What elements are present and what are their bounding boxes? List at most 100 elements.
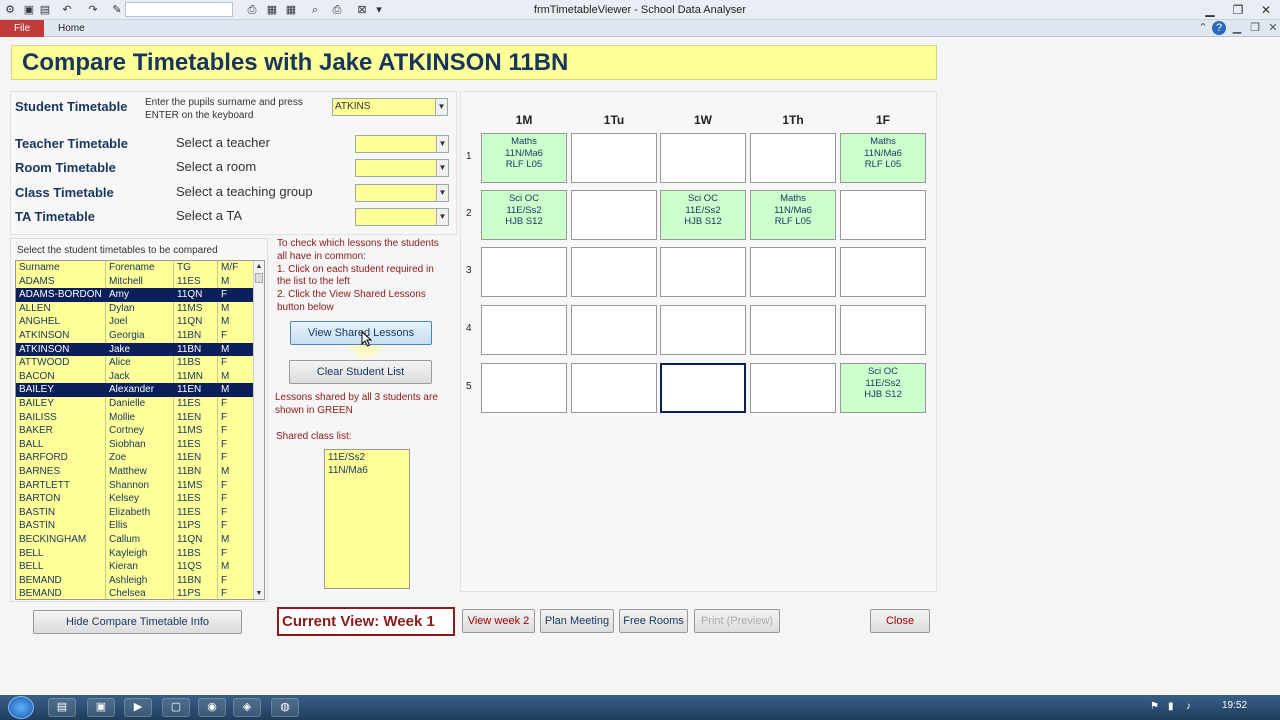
table-row[interactable]: ADAMS-BORDON Amy 11QN F: [16, 288, 255, 302]
ta-combo[interactable]: ▼: [355, 208, 449, 226]
lesson-cell[interactable]: [571, 305, 657, 355]
table-row[interactable]: BAILISS Mollie 11EN F: [16, 411, 255, 425]
lesson-cell[interactable]: [571, 190, 657, 240]
lesson-cell[interactable]: [481, 363, 567, 413]
lesson-cell-shared[interactable]: Sci OC 11E/Ss2 HJB S12: [481, 190, 567, 240]
lesson-cell[interactable]: [571, 363, 657, 413]
explorer-icon[interactable]: ▤: [48, 698, 76, 717]
class-combo[interactable]: ▼: [355, 184, 449, 202]
chevron-down-icon[interactable]: ▼: [436, 160, 448, 176]
lesson-cell-shared[interactable]: Maths 11N/Ma6 RLF L05: [840, 133, 926, 183]
table-row[interactable]: ANGHEL Joel 11QN M: [16, 315, 255, 329]
col-header-tg[interactable]: TG: [177, 261, 191, 275]
lesson-cell[interactable]: [660, 363, 746, 413]
table-row[interactable]: BELL Kieran 11QS M: [16, 560, 255, 574]
table-row[interactable]: BAILEY Alexander 11EN M: [16, 383, 255, 397]
table-row[interactable]: BASTIN Elizabeth 11ES F: [16, 506, 255, 520]
help-icon[interactable]: ?: [1212, 21, 1226, 35]
list-scrollbar[interactable]: ▲ ▼: [253, 261, 264, 599]
tray-icon[interactable]: ⚑: [1150, 701, 1159, 712]
lesson-cell[interactable]: [660, 133, 746, 183]
chevron-down-icon[interactable]: ▼: [436, 185, 448, 201]
table-row[interactable]: BALL Siobhan 11ES F: [16, 438, 255, 452]
table-row[interactable]: BEMAND Ashleigh 11BN F: [16, 574, 255, 588]
scroll-thumb[interactable]: [255, 273, 263, 283]
lesson-cell[interactable]: [571, 247, 657, 297]
col-header-surname[interactable]: Surname: [19, 261, 60, 275]
table-row[interactable]: BARNES Matthew 11BN M: [16, 465, 255, 479]
browser-icon[interactable]: ◉: [198, 698, 226, 717]
access-taskbar-icon[interactable]: ◈: [233, 698, 261, 717]
free-rooms-button[interactable]: Free Rooms: [619, 609, 688, 633]
clear-student-list-button[interactable]: Clear Student List: [289, 360, 432, 384]
lesson-cell[interactable]: [660, 305, 746, 355]
lesson-cell[interactable]: [750, 363, 836, 413]
scroll-down-icon[interactable]: ▼: [254, 588, 264, 599]
table-row[interactable]: ALLEN Dylan 11MS M: [16, 302, 255, 316]
list-item[interactable]: 11N/Ma6: [328, 465, 368, 476]
teacher-combo[interactable]: ▼: [355, 135, 449, 153]
media-player-icon[interactable]: ▶: [124, 698, 152, 717]
view-week2-button[interactable]: View week 2: [462, 609, 535, 633]
table-row[interactable]: BARTON Kelsey 11ES F: [16, 492, 255, 506]
print-preview-button[interactable]: Print (Preview): [694, 609, 780, 633]
table-row[interactable]: ATKINSON Georgia 11BN F: [16, 329, 255, 343]
restore-icon[interactable]: ❐: [1228, 2, 1248, 18]
close-window-icon[interactable]: ✕: [1256, 2, 1276, 18]
table-row[interactable]: BEMAND Chelsea 11PS F: [16, 587, 255, 599]
table-row[interactable]: BAILEY Danielle 11ES F: [16, 397, 255, 411]
chevron-down-icon[interactable]: ▼: [435, 99, 447, 115]
shared-class-listbox[interactable]: 11E/Ss2 11N/Ma6: [324, 449, 410, 589]
room-combo[interactable]: ▼: [355, 159, 449, 177]
lesson-cell-shared[interactable]: Maths 11N/Ma6 RLF L05: [750, 190, 836, 240]
col-header-mf[interactable]: M/F: [221, 261, 238, 275]
doc-minimize-icon[interactable]: ▁: [1230, 21, 1244, 35]
network-icon[interactable]: ▮: [1168, 701, 1174, 712]
doc-restore-icon[interactable]: ❐: [1248, 21, 1262, 35]
table-row[interactable]: BELL Kayleigh 11BS F: [16, 547, 255, 561]
minimize-icon[interactable]: ▁: [1200, 2, 1220, 18]
lesson-cell-shared[interactable]: Maths 11N/Ma6 RLF L05: [481, 133, 567, 183]
close-button[interactable]: Close: [870, 609, 930, 633]
plan-meeting-button[interactable]: Plan Meeting: [540, 609, 614, 633]
table-row[interactable]: BECKINGHAM Callum 11QN M: [16, 533, 255, 547]
lesson-cell[interactable]: [840, 190, 926, 240]
cell-surname: BELL: [19, 561, 44, 573]
scroll-up-icon[interactable]: ▲: [254, 261, 264, 272]
chevron-down-icon[interactable]: ▼: [436, 136, 448, 152]
lesson-cell[interactable]: [750, 305, 836, 355]
table-row[interactable]: BACON Jack 11MN M: [16, 370, 255, 384]
table-row[interactable]: BAKER Cortney 11MS F: [16, 424, 255, 438]
lesson-cell-shared[interactable]: Sci OC 11E/Ss2 HJB S12: [840, 363, 926, 413]
globe-icon[interactable]: ◍: [271, 698, 299, 717]
col-header-forename[interactable]: Forename: [109, 261, 155, 275]
chevron-down-icon[interactable]: ▼: [436, 209, 448, 225]
student-search-combo[interactable]: ATKINS ▼: [332, 98, 448, 116]
lesson-cell[interactable]: [481, 247, 567, 297]
table-row[interactable]: BARTLETT Shannon 11MS F: [16, 479, 255, 493]
tab-home[interactable]: Home: [58, 23, 85, 34]
start-button-icon[interactable]: [8, 696, 34, 719]
lesson-cell[interactable]: [750, 133, 836, 183]
lesson-cell[interactable]: [660, 247, 746, 297]
app-icon[interactable]: ▣: [87, 698, 115, 717]
doc-close-icon[interactable]: ✕: [1266, 21, 1280, 35]
lesson-cell[interactable]: [571, 133, 657, 183]
lesson-cell-shared[interactable]: Sci OC 11E/Ss2 HJB S12: [660, 190, 746, 240]
hide-compare-info-button[interactable]: Hide Compare Timetable Info: [33, 610, 242, 634]
table-row[interactable]: ATTWOOD Alice 11BS F: [16, 356, 255, 370]
tab-file[interactable]: File: [0, 20, 44, 37]
table-row[interactable]: ADAMS Mitchell 11ES M: [16, 275, 255, 289]
lesson-cell[interactable]: [840, 305, 926, 355]
lesson-cell[interactable]: [481, 305, 567, 355]
ribbon-minimize-icon[interactable]: ⌃: [1196, 21, 1210, 35]
lesson-cell[interactable]: [750, 247, 836, 297]
lesson-cell[interactable]: [840, 247, 926, 297]
list-item[interactable]: 11E/Ss2: [328, 452, 365, 463]
table-row[interactable]: ATKINSON Jake 11BN M: [16, 342, 255, 357]
volume-icon[interactable]: ♪: [1186, 701, 1191, 712]
table-row[interactable]: BARFORD Zoe 11EN F: [16, 451, 255, 465]
document-icon[interactable]: ▢: [162, 698, 190, 717]
table-row[interactable]: BASTIN Ellis 11PS F: [16, 519, 255, 533]
student-listbox[interactable]: Surname Forename TG M/F ADAMS Mitchell 11E…: [15, 260, 265, 600]
